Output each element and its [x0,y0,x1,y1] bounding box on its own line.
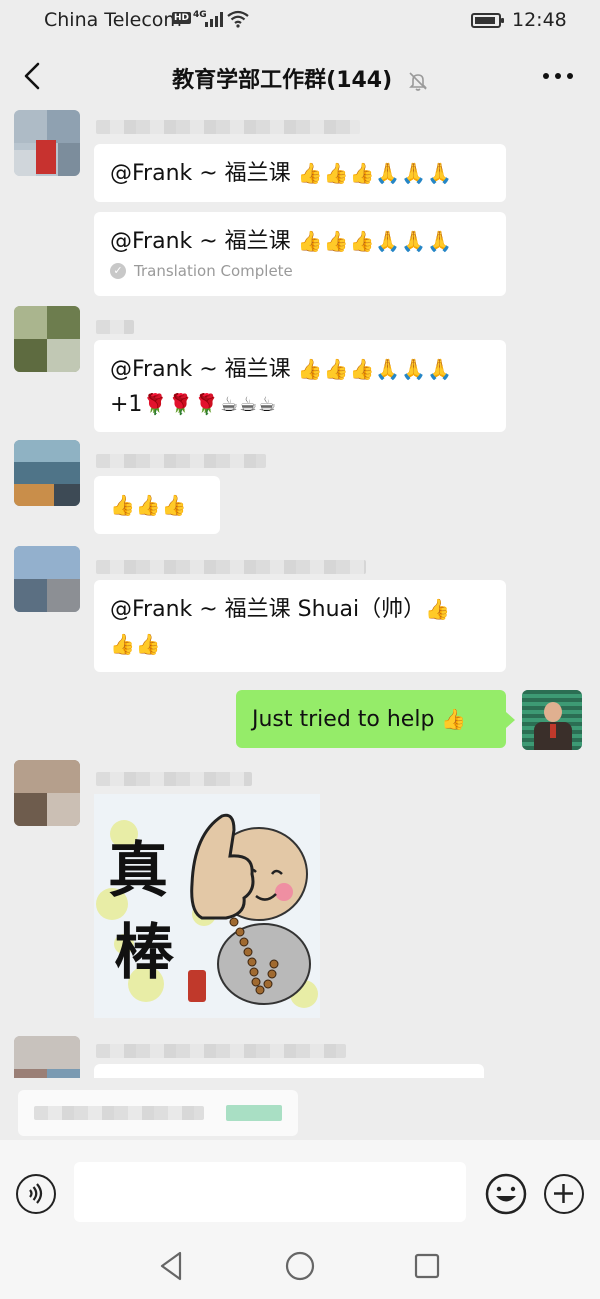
avatar[interactable] [14,1036,80,1078]
sender-name-blurred [96,1044,346,1058]
chat-header: 教育学部工作群(144) [0,42,600,110]
message-text: @Frank ~ 福兰课 [110,161,298,186]
chat-title: 教育学部工作群(144) [172,68,393,93]
self-message-bubble[interactable]: Just tried to help 👍 [236,690,506,748]
translation-status: ✓ Translation Complete [110,261,490,281]
status-bar: China Telecom HD 4G 12:48 [0,0,600,42]
quote-highlight [226,1105,282,1121]
chat-title-wrap: 教育学部工作群(144) [0,62,600,94]
hd-badge: HD [172,12,192,24]
voice-icon[interactable] [16,1174,56,1214]
sticker-text-1: 真 [108,836,168,906]
quote-preview[interactable] [18,1090,298,1136]
system-nav-bar [0,1238,600,1298]
clock: 12:48 [512,9,567,31]
smiley-icon[interactable] [485,1173,527,1215]
emoji-thumbs: 👍 [425,597,452,621]
message-text: @Frank ~ 福兰课 Shuai（帅） [110,597,426,622]
message-bubble[interactable] [94,1064,484,1078]
carrier-name: China Telecom [44,9,182,31]
bubble-tail [506,712,515,728]
check-circle-icon: ✓ [110,263,126,279]
emoji-thumbs: 👍👍 [110,632,162,656]
self-avatar[interactable] [522,690,582,750]
message-bubble[interactable]: @Frank ~ 福兰课 👍👍👍🙏🙏🙏 [94,144,506,202]
input-bar [0,1140,600,1299]
wifi-icon [227,10,249,28]
message-input[interactable] [74,1162,466,1222]
message-text: @Frank ~ 福兰课 [110,357,298,382]
emoji-thumbs: 👍 [441,707,468,731]
sticker-image[interactable]: 真 棒 [94,794,320,1018]
bell-off-icon [408,72,427,91]
message-bubble[interactable]: 👍👍👍 [94,476,220,534]
avatar[interactable] [14,440,80,506]
message-text: +1 [110,392,143,417]
battery-icon [471,13,504,28]
square-recents-icon[interactable] [412,1250,442,1282]
message-bubble[interactable]: @Frank ~ 福兰课 Shuai（帅）👍 👍👍 [94,580,506,672]
avatar[interactable] [14,546,80,612]
emoji-thumbs-pray: 👍👍👍🙏🙏🙏 [297,161,454,185]
avatar[interactable] [14,760,80,826]
avatar[interactable] [14,110,80,176]
emoji-thumbs-pray: 👍👍👍🙏🙏🙏 [297,357,454,381]
message-bubble[interactable]: @Frank ~ 福兰课 👍👍👍🙏🙏🙏 ✓ Translation Complet… [94,212,506,296]
sender-name-blurred [96,120,360,134]
more-dots-icon[interactable] [540,64,576,88]
sender-name-blurred [96,772,252,786]
message-bubble[interactable]: @Frank ~ 福兰课 👍👍👍🙏🙏🙏 +1🌹🌹🌹☕☕☕ [94,340,506,432]
sender-name-blurred [96,320,134,334]
message-text: @Frank ~ 福兰课 [110,229,298,254]
circle-home-icon[interactable] [284,1250,316,1282]
quote-text-blurred [34,1106,204,1120]
sender-name-blurred [96,560,366,574]
emoji-rose-coffee: 🌹🌹🌹☕☕☕ [142,392,277,416]
emoji-thumbs-pray: 👍👍👍🙏🙏🙏 [297,229,454,253]
avatar[interactable] [14,306,80,372]
message-text: Just tried to help [252,707,442,732]
sticker-text-2: 棒 [114,918,174,988]
emoji-thumbs: 👍👍👍 [110,493,188,517]
triangle-back-icon[interactable] [156,1250,186,1282]
plus-icon[interactable] [544,1174,584,1214]
message-list[interactable]: @Frank ~ 福兰课 👍👍👍🙏🙏🙏 @Frank ~ 福兰课 👍👍👍🙏🙏🙏 … [0,110,600,1078]
sender-name-blurred [96,454,266,468]
translation-note: Translation Complete [134,262,293,280]
signal-icon [205,12,223,27]
